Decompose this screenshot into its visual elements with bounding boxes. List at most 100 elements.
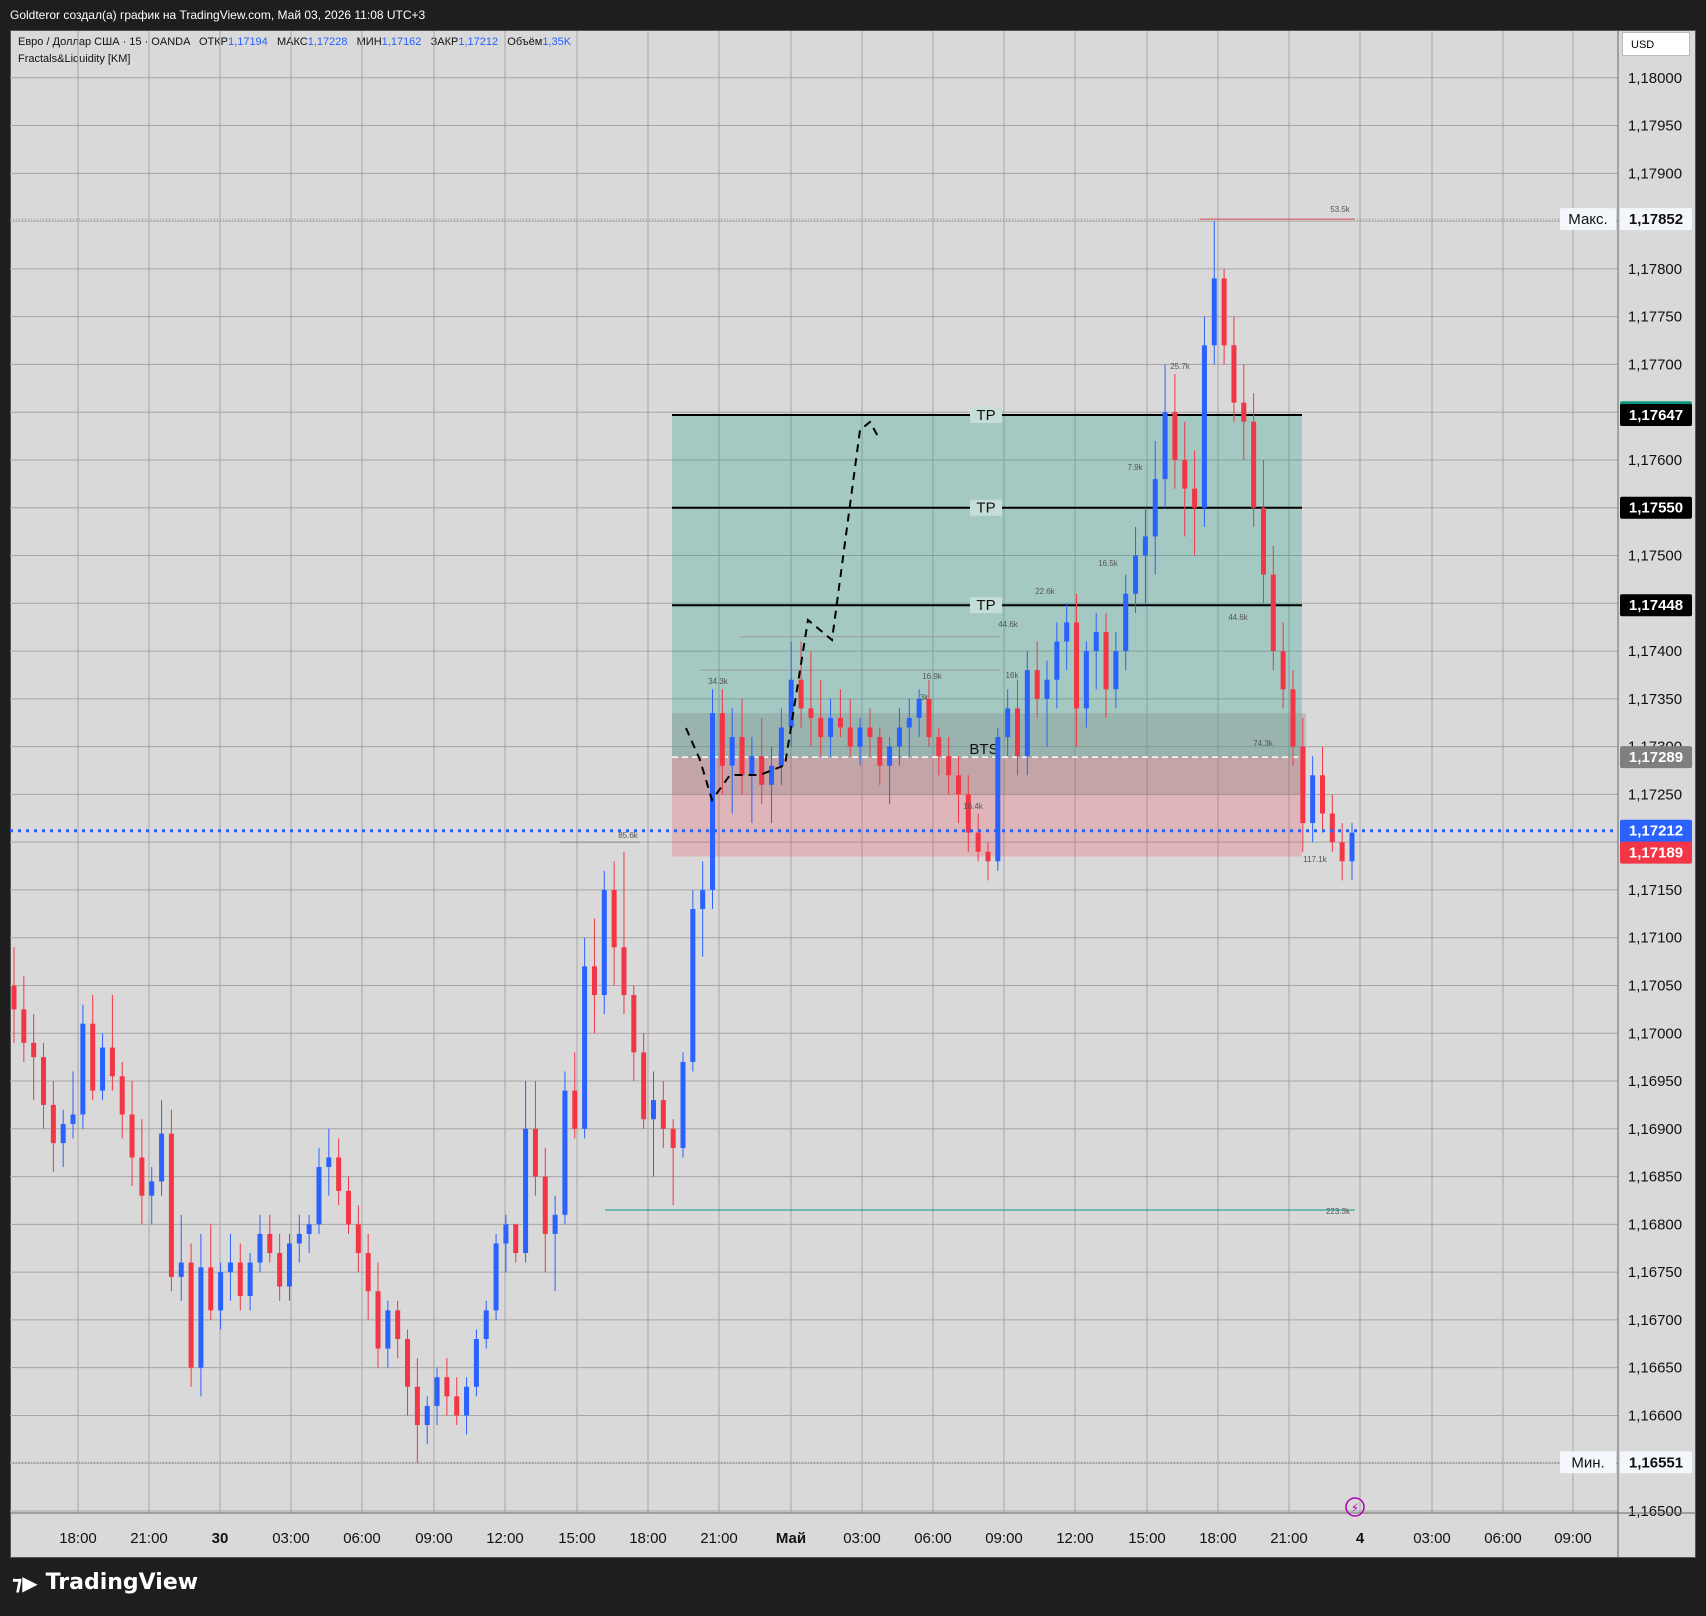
candle-body xyxy=(1241,402,1247,422)
candle-body xyxy=(503,1224,509,1244)
candle-body xyxy=(1083,651,1089,709)
candle-body xyxy=(267,1233,273,1254)
candle-body xyxy=(729,737,735,766)
candle-body xyxy=(257,1233,263,1263)
tp-label: TP xyxy=(976,500,995,517)
candle-body xyxy=(896,727,902,747)
candle-body xyxy=(670,1128,676,1148)
x-tick-label: 09:00 xyxy=(985,1530,1023,1547)
candle-body xyxy=(857,727,863,747)
volume-label: 44.6k xyxy=(1228,613,1249,622)
tp-label: TP xyxy=(976,597,995,614)
candle-body xyxy=(532,1128,538,1177)
price-tag-label: Мин. xyxy=(1571,1454,1604,1471)
candle-body xyxy=(946,756,952,776)
candle-body xyxy=(778,727,784,766)
candle-body xyxy=(100,1047,106,1091)
candle-body xyxy=(296,1233,302,1244)
y-tick-label: 1,17150 xyxy=(1628,882,1682,899)
candle-body xyxy=(1349,832,1355,862)
candle-body xyxy=(759,756,765,785)
x-tick-label: 06:00 xyxy=(343,1530,381,1547)
x-tick-label: 18:00 xyxy=(59,1530,97,1547)
candle-body xyxy=(1015,708,1020,757)
candle-body xyxy=(316,1167,322,1225)
volume-label: 53.5k xyxy=(1330,205,1351,214)
candle-body xyxy=(1221,278,1227,346)
candle-body xyxy=(808,708,814,718)
candle-body xyxy=(1054,641,1060,680)
candle-body xyxy=(129,1114,135,1158)
candle-body xyxy=(542,1176,548,1234)
price-chart[interactable]: 18:00 21:00 30 03:00 06:00 09:00 12:00 15:00 18:… xyxy=(0,0,1706,1616)
candle-body xyxy=(326,1157,332,1168)
x-tick-label: 09:00 xyxy=(415,1530,453,1547)
candle-body xyxy=(788,679,794,728)
candle-body xyxy=(877,737,883,766)
candle-body xyxy=(109,1047,115,1077)
candle-body xyxy=(31,1042,37,1058)
candle-body xyxy=(955,775,961,795)
candle-body xyxy=(1162,412,1168,480)
y-tick-label: 1,17350 xyxy=(1628,691,1682,708)
candle-body xyxy=(208,1267,214,1311)
y-tick-label: 1,17100 xyxy=(1628,930,1682,947)
candle-body xyxy=(139,1157,145,1196)
y-tick-label: 1,17900 xyxy=(1628,165,1682,182)
candle-body xyxy=(11,985,17,1010)
candle-body xyxy=(582,966,588,1129)
x-tick-label: 21:00 xyxy=(130,1530,168,1547)
candle-body xyxy=(867,727,873,738)
candle-body xyxy=(168,1133,174,1277)
y-tick-label: 1,16600 xyxy=(1628,1407,1682,1424)
candle-body xyxy=(1103,631,1109,690)
candle-body xyxy=(1251,421,1257,508)
candle-body xyxy=(405,1339,411,1387)
lightning-icon: ⚡ xyxy=(1351,1501,1359,1515)
footer-bar xyxy=(0,1558,1706,1616)
candle-body xyxy=(828,717,834,738)
candle-body xyxy=(365,1253,371,1292)
candle-body xyxy=(1192,488,1198,508)
x-tick-label: Май xyxy=(776,1530,806,1547)
candle-body xyxy=(552,1214,558,1234)
price-tag-value: 1,17852 xyxy=(1629,211,1683,228)
candle-body xyxy=(395,1310,401,1340)
candle-body xyxy=(218,1272,224,1311)
candle-body xyxy=(286,1243,292,1287)
x-tick-label: 12:00 xyxy=(486,1530,524,1547)
candle-body xyxy=(188,1262,194,1368)
take-profit-zone xyxy=(672,415,1302,758)
x-tick-label: 06:00 xyxy=(914,1530,952,1547)
volume-label: 16k xyxy=(1006,671,1020,680)
candle-body xyxy=(1290,689,1296,747)
volume-label: 74.3k xyxy=(1253,739,1274,748)
price-tag-value: 1,17189 xyxy=(1629,845,1683,862)
candle-body xyxy=(277,1253,283,1287)
volume-label: 25.7k xyxy=(1170,362,1191,371)
candle-body xyxy=(1329,813,1335,843)
candle-body xyxy=(769,765,775,785)
price-tag-value: 1,17550 xyxy=(1629,500,1683,517)
candle-body xyxy=(995,737,1001,862)
candle-body xyxy=(710,713,716,890)
candle-body xyxy=(591,966,597,996)
candle-body xyxy=(149,1181,155,1196)
x-tick-label: 15:00 xyxy=(1128,1530,1166,1547)
candle-body xyxy=(464,1386,470,1416)
candle-body xyxy=(424,1405,430,1426)
candle-body xyxy=(1034,670,1040,699)
y-tick-label: 1,17600 xyxy=(1628,452,1682,469)
candle-body xyxy=(80,1023,86,1115)
candle-body xyxy=(719,713,725,766)
candle-body xyxy=(336,1157,342,1191)
y-tick-label: 1,16900 xyxy=(1628,1121,1682,1138)
candle-body xyxy=(493,1243,499,1311)
tradingview-logo[interactable]: ⁊▶ TradingView xyxy=(12,1570,198,1595)
price-tag-value: 1,16551 xyxy=(1629,1454,1683,1471)
candle-body xyxy=(1300,746,1306,824)
x-tick-label: 18:00 xyxy=(1199,1530,1237,1547)
volume-label: 16.5k xyxy=(1098,559,1119,568)
candle-body xyxy=(965,794,971,833)
candle-body xyxy=(119,1076,125,1115)
